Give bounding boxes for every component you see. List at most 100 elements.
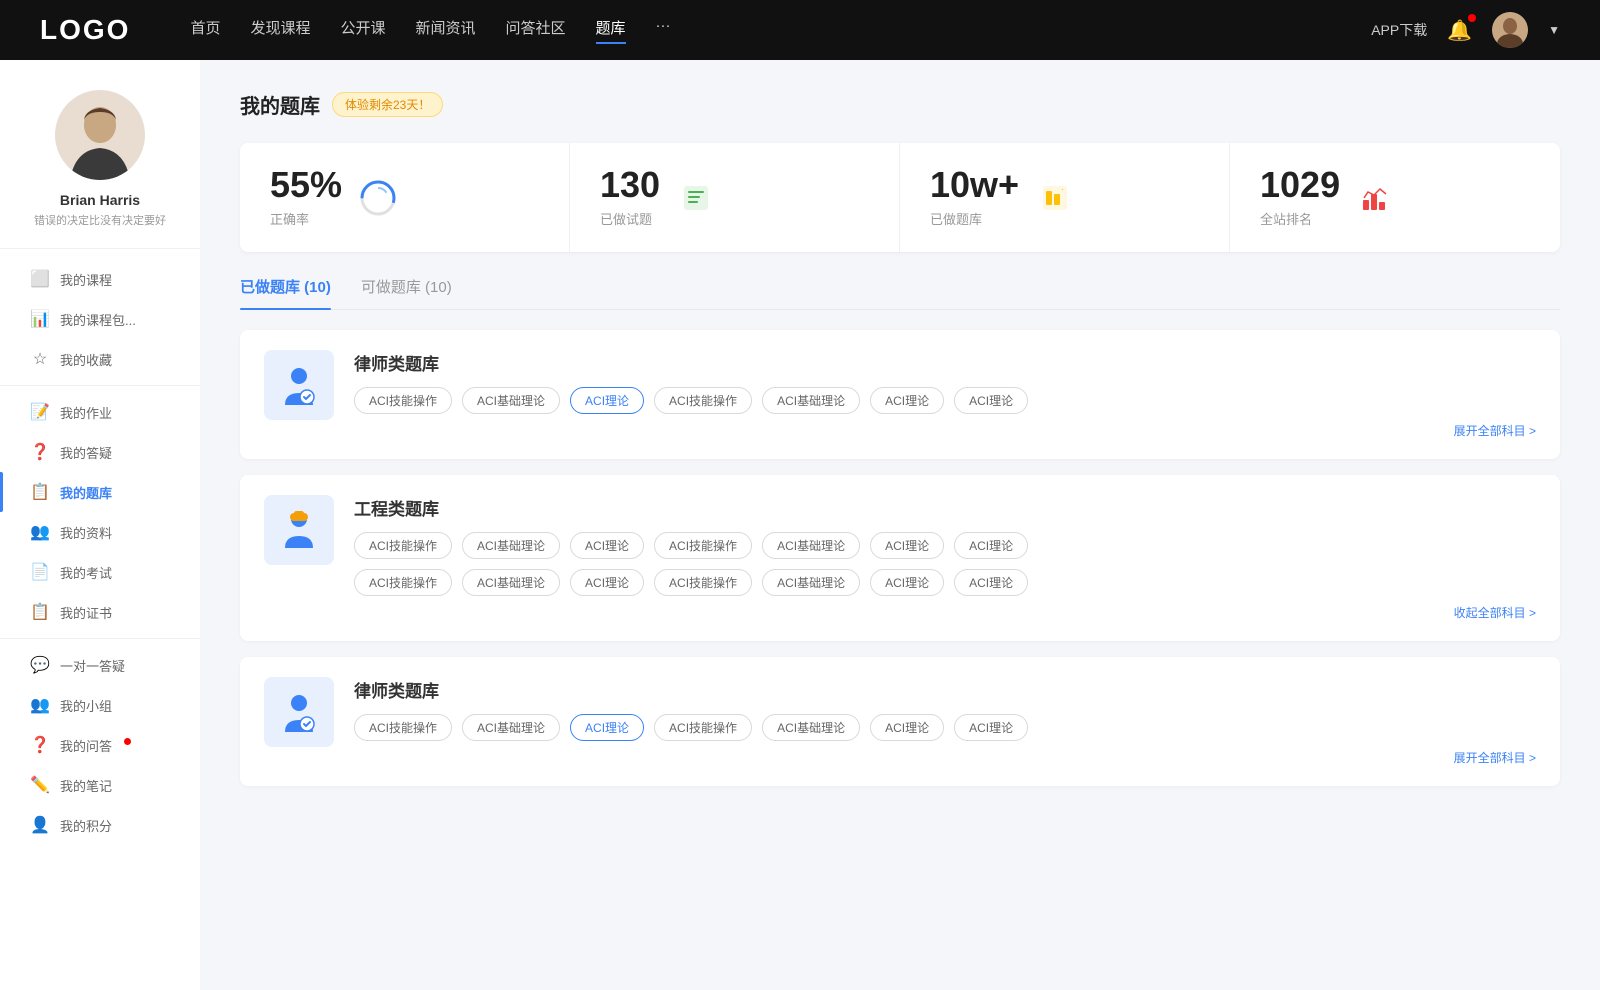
expand-link-1[interactable]: 展开全部科目 > xyxy=(354,422,1536,439)
sidebar-item-notes[interactable]: ✏️ 我的笔记 xyxy=(0,765,200,805)
tab-done-banks[interactable]: 已做题库 (10) xyxy=(240,276,331,309)
nav-more[interactable]: ··· xyxy=(656,17,671,44)
tab-available-banks[interactable]: 可做题库 (10) xyxy=(361,276,452,309)
eng-tag-11[interactable]: ACI技能操作 xyxy=(654,569,752,596)
stat-correct-rate: 55% 正确率 xyxy=(240,143,570,252)
sidebar-item-my-qa[interactable]: ❓ 我的问答 xyxy=(0,725,200,765)
sidebar-item-homework[interactable]: 📝 我的作业 xyxy=(0,392,200,432)
sidebar-item-groups-label: 我的小组 xyxy=(60,696,112,715)
user-name: Brian Harris xyxy=(60,192,140,208)
sidebar-divider-2 xyxy=(0,638,200,639)
my-qa-icon: ❓ xyxy=(30,735,50,755)
eng-tag-9[interactable]: ACI基础理论 xyxy=(462,569,560,596)
sidebar-item-materials[interactable]: 👥 我的资料 xyxy=(0,512,200,552)
engineer-icon xyxy=(264,495,334,565)
eng-tag-1[interactable]: ACI技能操作 xyxy=(354,532,452,559)
sidebar-item-courses[interactable]: ⬜ 我的课程 xyxy=(0,259,200,299)
tag-6[interactable]: ACI理论 xyxy=(870,387,944,414)
l2-tag-1[interactable]: ACI技能操作 xyxy=(354,714,452,741)
lawyer-tags-2: ACI技能操作 ACI基础理论 ACI理论 ACI技能操作 ACI基础理论 AC… xyxy=(354,714,1536,741)
lawyer-bank-name-2: 律师类题库 xyxy=(354,677,1536,702)
sidebar-item-materials-label: 我的资料 xyxy=(60,523,112,542)
eng-tag-13[interactable]: ACI理论 xyxy=(870,569,944,596)
eng-tag-10[interactable]: ACI理论 xyxy=(570,569,644,596)
tag-5[interactable]: ACI基础理论 xyxy=(762,387,860,414)
sidebar-item-favorites-label: 我的收藏 xyxy=(60,350,112,369)
sidebar-item-tutoring-label: 一对一答疑 xyxy=(60,656,125,675)
user-avatar xyxy=(55,90,145,180)
sidebar-item-points[interactable]: 👤 我的积分 xyxy=(0,805,200,845)
groups-icon: 👥 xyxy=(30,695,50,715)
nav-news[interactable]: 新闻资讯 xyxy=(416,17,476,44)
engineer-bank-name: 工程类题库 xyxy=(354,495,1536,520)
l2-tag-5[interactable]: ACI基础理论 xyxy=(762,714,860,741)
sidebar-item-qa-label: 我的答疑 xyxy=(60,443,112,462)
sidebar-menu: ⬜ 我的课程 📊 我的课程包... ☆ 我的收藏 📝 我的作业 ❓ 我的答疑 📋 xyxy=(0,259,200,845)
sidebar-item-course-packages[interactable]: 📊 我的课程包... xyxy=(0,299,200,339)
navbar-right: APP下载 🔔 ▼ xyxy=(1371,12,1560,48)
tag-7[interactable]: ACI理论 xyxy=(954,387,1028,414)
sidebar-item-question-bank[interactable]: 📋 我的题库 xyxy=(0,472,200,512)
sidebar-item-courses-label: 我的课程 xyxy=(60,270,112,289)
eng-tag-14[interactable]: ACI理论 xyxy=(954,569,1028,596)
notes-icon: ✏️ xyxy=(30,775,50,795)
stat-questions-value: 130 xyxy=(600,167,660,203)
user-dropdown-arrow[interactable]: ▼ xyxy=(1548,23,1560,37)
nav-discover[interactable]: 发现课程 xyxy=(250,17,310,44)
stats-row: 55% 正确率 130 已做试题 xyxy=(240,143,1560,252)
page-title: 我的题库 xyxy=(240,90,320,119)
eng-tag-7[interactable]: ACI理论 xyxy=(954,532,1028,559)
sidebar-item-favorites[interactable]: ☆ 我的收藏 xyxy=(0,339,200,379)
l2-tag-7[interactable]: ACI理论 xyxy=(954,714,1028,741)
user-motto: 错误的决定比没有决定要好 xyxy=(24,212,176,228)
eng-tag-6[interactable]: ACI理论 xyxy=(870,532,944,559)
user-avatar-nav[interactable] xyxy=(1492,12,1528,48)
sidebar-item-certificate[interactable]: 📋 我的证书 xyxy=(0,592,200,632)
l2-tag-3-active[interactable]: ACI理论 xyxy=(570,714,644,741)
correct-rate-icon xyxy=(358,178,398,218)
tutoring-icon: 💬 xyxy=(30,655,50,675)
tag-1[interactable]: ACI技能操作 xyxy=(354,387,452,414)
tag-4[interactable]: ACI技能操作 xyxy=(654,387,752,414)
notification-bell[interactable]: 🔔 xyxy=(1447,18,1472,43)
notification-badge xyxy=(1468,14,1476,22)
tag-3-active[interactable]: ACI理论 xyxy=(570,387,644,414)
expand-link-2[interactable]: 展开全部科目 > xyxy=(354,749,1536,766)
app-download-button[interactable]: APP下载 xyxy=(1371,20,1427,40)
eng-tag-5[interactable]: ACI基础理论 xyxy=(762,532,860,559)
sidebar-profile: Brian Harris 错误的决定比没有决定要好 xyxy=(0,90,200,249)
eng-tag-4[interactable]: ACI技能操作 xyxy=(654,532,752,559)
courses-icon: ⬜ xyxy=(30,269,50,289)
engineer-tags-row2: ACI技能操作 ACI基础理论 ACI理论 ACI技能操作 ACI基础理论 AC… xyxy=(354,569,1536,596)
l2-tag-6[interactable]: ACI理论 xyxy=(870,714,944,741)
nav-question-bank[interactable]: 题库 xyxy=(596,17,626,44)
banks-icon xyxy=(1035,178,1075,218)
collapse-link-engineer[interactable]: 收起全部科目 > xyxy=(354,604,1536,621)
nav-qa[interactable]: 问答社区 xyxy=(506,17,566,44)
questions-icon xyxy=(676,178,716,218)
stat-banks-label: 已做题库 xyxy=(930,209,1019,228)
sidebar-item-tutoring[interactable]: 💬 一对一答疑 xyxy=(0,645,200,685)
sidebar-item-points-label: 我的积分 xyxy=(60,816,112,835)
nav-home[interactable]: 首页 xyxy=(190,17,220,44)
eng-tag-3[interactable]: ACI理论 xyxy=(570,532,644,559)
eng-tag-8[interactable]: ACI技能操作 xyxy=(354,569,452,596)
tag-2[interactable]: ACI基础理论 xyxy=(462,387,560,414)
sidebar-item-notes-label: 我的笔记 xyxy=(60,776,112,795)
qa-icon: ❓ xyxy=(30,442,50,462)
stat-ranking-label: 全站排名 xyxy=(1260,209,1340,228)
nav-open-course[interactable]: 公开课 xyxy=(340,17,385,44)
stat-banks-value: 10w+ xyxy=(930,167,1019,203)
sidebar-divider-1 xyxy=(0,385,200,386)
sidebar-item-groups[interactable]: 👥 我的小组 xyxy=(0,685,200,725)
nav-menu: 首页 发现课程 公开课 新闻资讯 问答社区 题库 ··· xyxy=(190,17,1371,44)
sidebar-item-my-qa-label: 我的问答 xyxy=(60,736,112,755)
sidebar-item-qa[interactable]: ❓ 我的答疑 xyxy=(0,432,200,472)
eng-tag-12[interactable]: ACI基础理论 xyxy=(762,569,860,596)
sidebar-item-exam[interactable]: 📄 我的考试 xyxy=(0,552,200,592)
eng-tag-2[interactable]: ACI基础理论 xyxy=(462,532,560,559)
l2-tag-2[interactable]: ACI基础理论 xyxy=(462,714,560,741)
logo[interactable]: LOGO xyxy=(40,14,130,46)
l2-tag-4[interactable]: ACI技能操作 xyxy=(654,714,752,741)
qa-red-dot xyxy=(124,738,131,745)
